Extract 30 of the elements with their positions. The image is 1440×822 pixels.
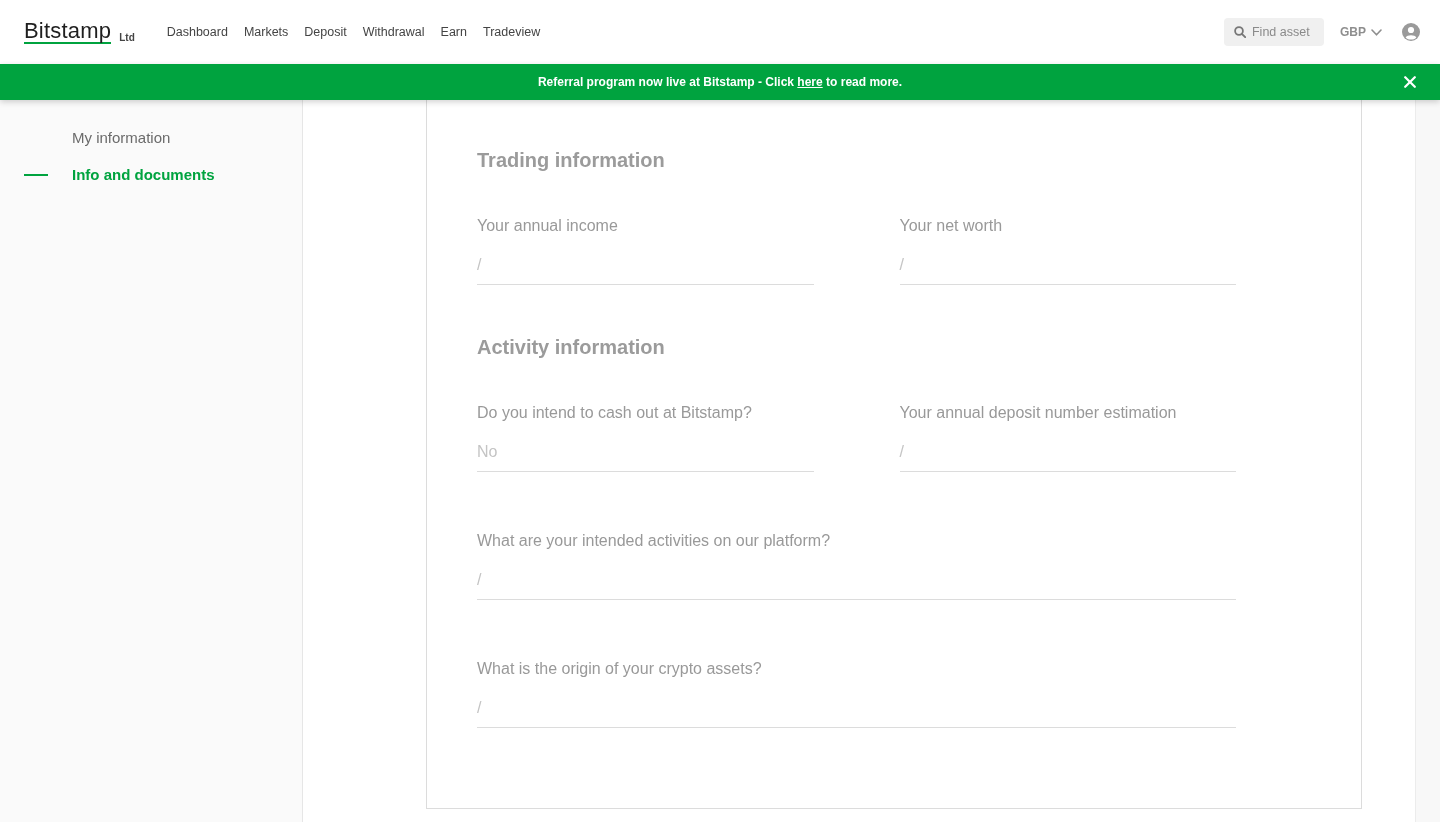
logo-suffix: Ltd [119,31,135,43]
value-field: / [477,569,1236,600]
value-field: / [899,441,1236,472]
value-field: / [477,254,814,285]
chevron-down-icon [1371,28,1382,36]
field-label: Your annual deposit number estimation [899,403,1178,423]
nav-link[interactable]: Deposit [304,23,347,41]
nav-link[interactable]: Markets [243,23,289,41]
search-icon [1234,26,1246,38]
section-title: Trading information [477,148,666,173]
value-field: No [477,441,814,472]
field-label: What is the origin of your crypto assets? [477,659,763,679]
value-field: / [899,254,1236,285]
nav-link[interactable]: Withdrawal [362,23,425,41]
nav-link[interactable]: Tradeview [482,23,541,41]
close-button[interactable] [1404,76,1416,88]
value-field: / [477,697,1236,728]
search-field[interactable]: Find asset [1224,18,1324,46]
section-title: Activity information [477,335,666,360]
field-label: Do you intend to cash out at Bitstamp? [477,403,753,423]
field-label: What are your intended activities on our platform? [477,531,832,551]
nav-link[interactable]: Earn [440,23,467,41]
field-label: Your annual income [477,216,619,236]
logo[interactable]: Bitstamp [24,20,112,44]
close-icon [1404,76,1416,88]
account-icon[interactable] [1402,23,1420,41]
banner-message: Referral program now live at Bitstamp - Click here to read more. [537,75,903,89]
nav-link[interactable]: Dashboard [166,23,228,41]
sidebar-item[interactable]: My information [24,127,171,149]
field-label: Your net worth [899,216,1004,236]
